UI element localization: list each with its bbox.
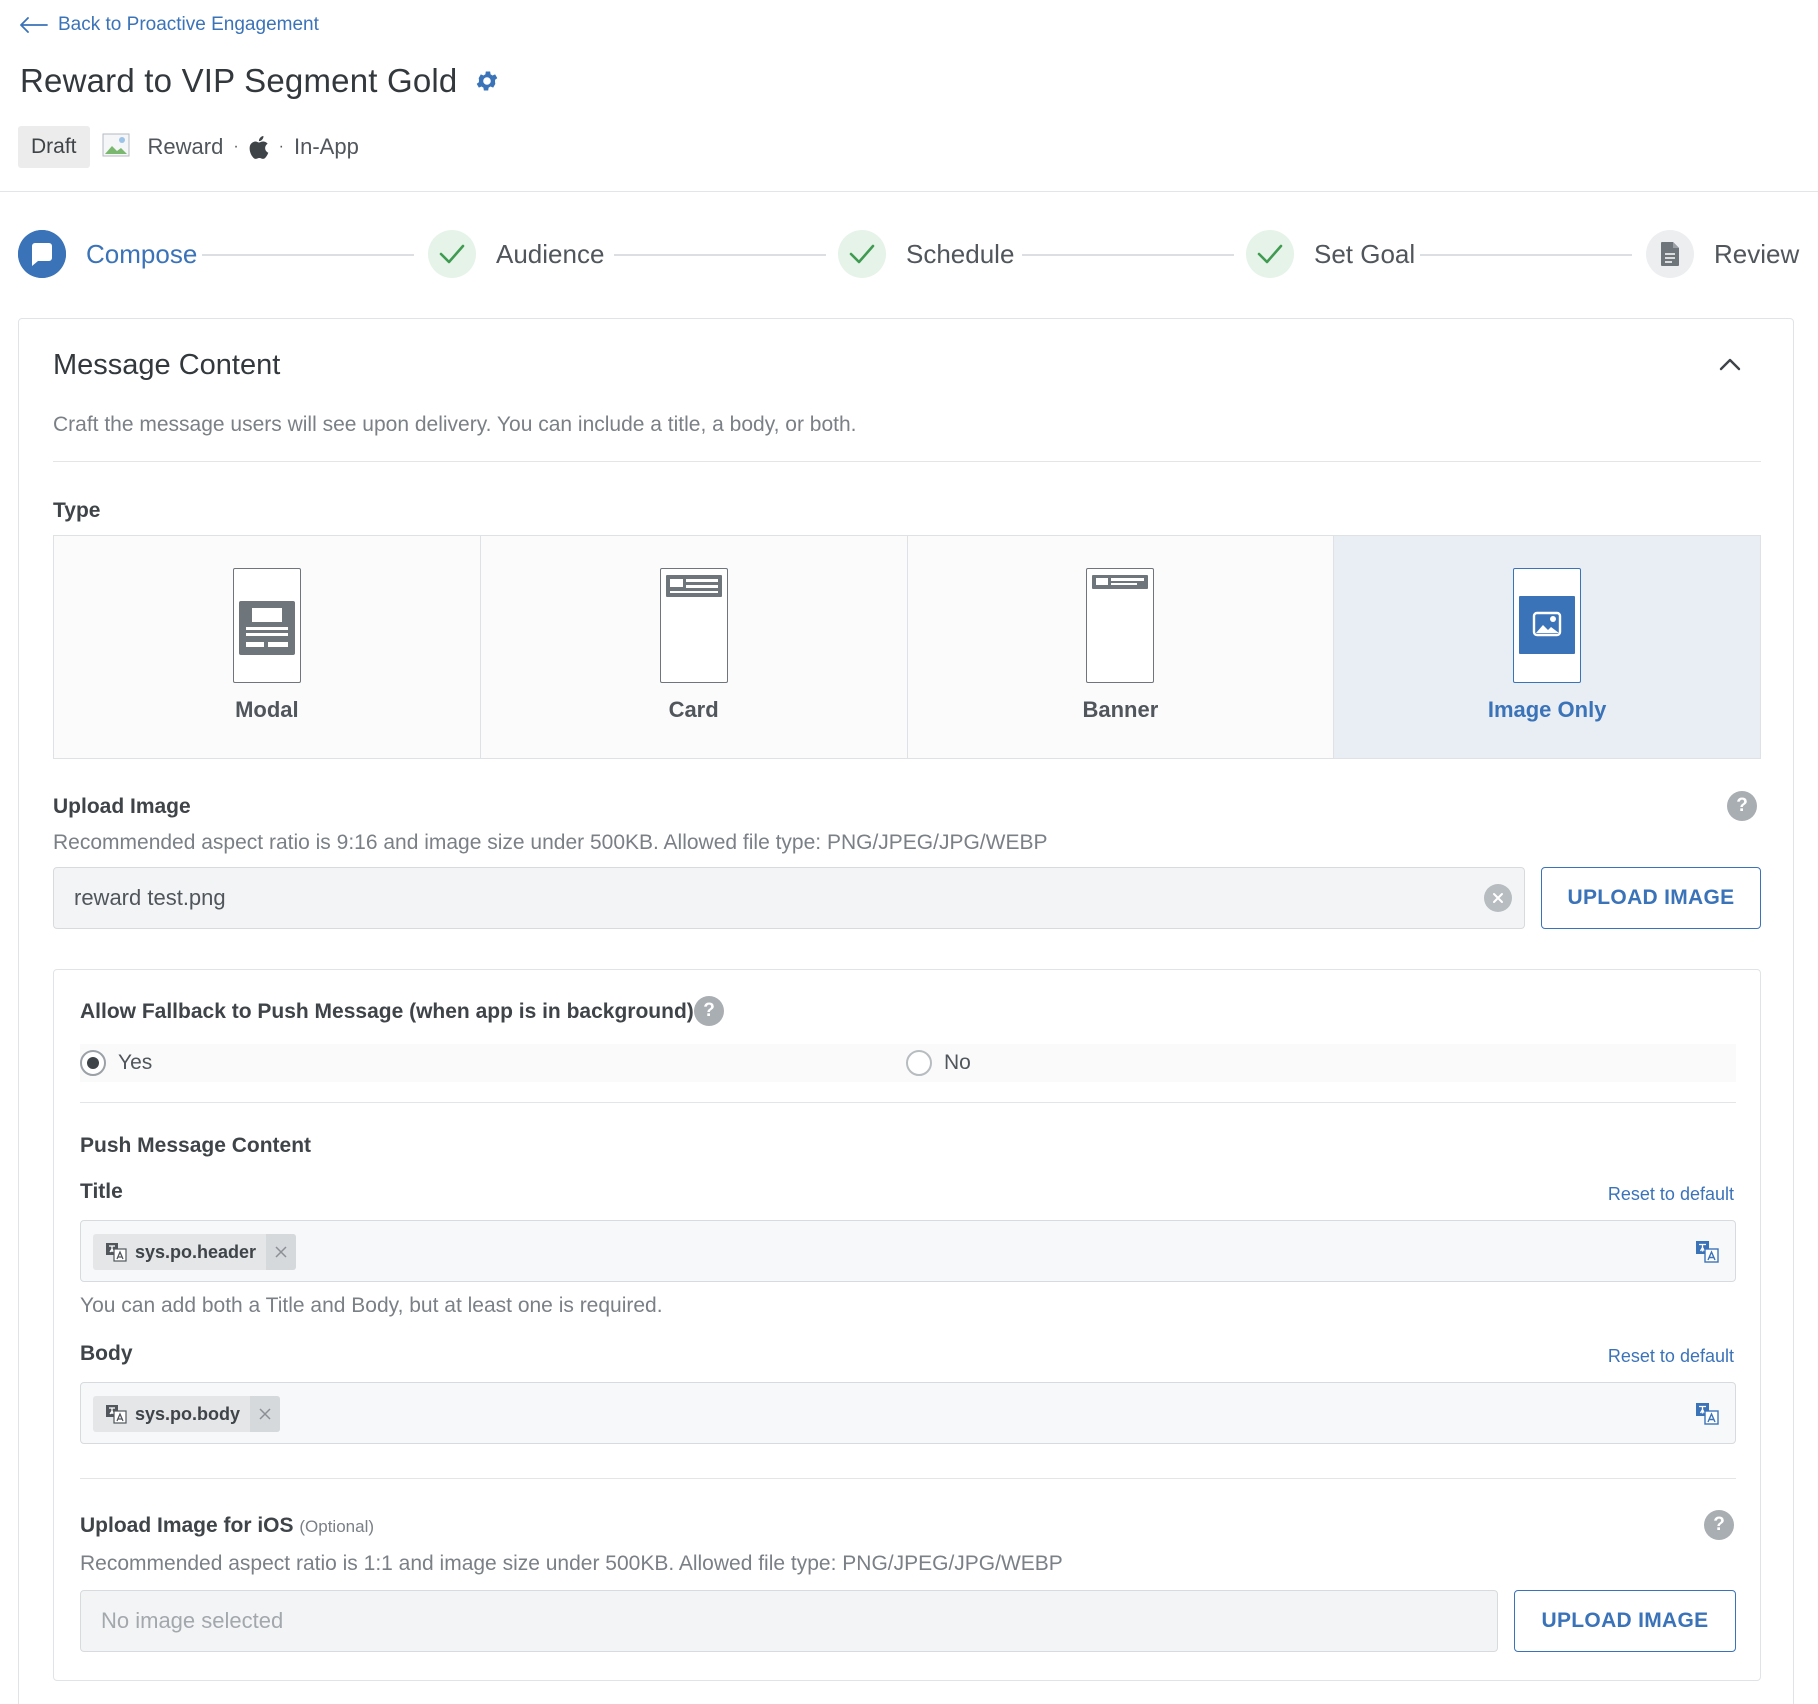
type-option-banner[interactable]: Banner <box>907 536 1335 758</box>
radio-label: No <box>944 1051 971 1074</box>
status-badge: Draft <box>18 126 90 168</box>
fallback-section: Allow Fallback to Push Message (when app… <box>53 969 1761 1681</box>
title-input[interactable]: sys.po.header <box>80 1220 1736 1282</box>
translate-icon <box>105 1242 127 1262</box>
radio-button-checked[interactable] <box>80 1050 106 1076</box>
step-label: Set Goal <box>1314 238 1416 269</box>
ios-upload-title: Upload Image for iOS <box>80 1514 294 1537</box>
reset-body-link[interactable]: Reset to default <box>1608 1346 1734 1367</box>
help-icon[interactable]: ? <box>694 996 724 1026</box>
step-review[interactable]: Review <box>1646 230 1799 278</box>
radio-label: Yes <box>118 1051 153 1074</box>
document-icon <box>1646 230 1694 278</box>
step-schedule[interactable]: Schedule <box>838 230 1014 278</box>
optional-tag: (Optional) <box>299 1517 375 1536</box>
body-label: Body <box>80 1342 133 1365</box>
panel-description: Craft the message users will see upon de… <box>53 413 857 436</box>
chevron-up-icon[interactable] <box>1719 357 1741 371</box>
type-option-label: Modal <box>235 697 299 722</box>
help-icon[interactable]: ? <box>1727 791 1757 821</box>
back-link[interactable]: Back to Proactive Engagement <box>20 14 319 36</box>
remove-token-icon[interactable] <box>250 1396 281 1432</box>
upload-image-button[interactable]: UPLOAD IMAGE <box>1541 867 1761 929</box>
checkmark-icon <box>428 230 476 278</box>
file-name: reward test.png <box>74 885 226 910</box>
type-selector: Modal Card Banner Image Only <box>53 535 1761 759</box>
modal-layout-icon <box>232 568 301 683</box>
separator-dot: · <box>233 138 239 155</box>
remove-token-icon[interactable] <box>266 1234 297 1270</box>
fallback-label: Allow Fallback to Push Message (when app… <box>80 1000 694 1023</box>
type-option-label: Banner <box>1082 697 1159 722</box>
back-link-label: Back to Proactive Engagement <box>58 14 319 35</box>
radio-no[interactable]: No <box>906 1050 971 1076</box>
checkmark-icon <box>1246 230 1294 278</box>
step-connector <box>202 254 414 256</box>
step-label: Audience <box>496 238 605 269</box>
token-label: sys.po.body <box>135 1403 241 1424</box>
apple-icon <box>249 135 269 159</box>
help-icon[interactable]: ? <box>1704 1510 1734 1540</box>
separator-dot: · <box>278 138 284 155</box>
ios-upload-field[interactable]: No image selected <box>80 1590 1498 1652</box>
upload-image-field[interactable]: reward test.png <box>53 867 1525 929</box>
reset-title-link[interactable]: Reset to default <box>1608 1184 1734 1205</box>
token-chip: sys.po.body <box>93 1396 281 1432</box>
token-chip: sys.po.header <box>93 1234 297 1270</box>
gear-icon[interactable] <box>474 68 500 94</box>
step-connector <box>1022 254 1234 256</box>
clear-icon[interactable] <box>1484 884 1512 912</box>
banner-layout-icon <box>1086 568 1155 683</box>
ios-upload-placeholder: No image selected <box>101 1608 284 1633</box>
divider <box>53 461 1761 462</box>
push-content-heading: Push Message Content <box>80 1134 312 1157</box>
type-option-card[interactable]: Card <box>480 536 908 758</box>
divider <box>80 1102 1736 1103</box>
translate-icon <box>105 1404 127 1424</box>
ios-upload-help: Recommended aspect ratio is 1:1 and imag… <box>80 1552 1063 1575</box>
step-connector <box>614 254 826 256</box>
step-connector <box>1420 254 1632 256</box>
arrow-left-icon <box>20 17 48 33</box>
step-label: Compose <box>86 238 198 269</box>
card-layout-icon <box>659 568 728 683</box>
checkmark-icon <box>838 230 886 278</box>
upload-image-help: Recommended aspect ratio is 9:16 and ima… <box>53 831 1048 854</box>
radio-yes[interactable]: Yes <box>80 1050 152 1076</box>
ios-upload-button[interactable]: UPLOAD IMAGE <box>1514 1590 1736 1652</box>
ios-upload-label: Upload Image for iOS (Optional) <box>80 1514 374 1538</box>
step-compose[interactable]: Compose <box>18 230 197 278</box>
panel-title: Message Content <box>53 349 281 381</box>
radio-button-unchecked[interactable] <box>906 1050 932 1076</box>
page-title: Reward to VIP Segment Gold <box>20 62 458 99</box>
type-option-modal[interactable]: Modal <box>54 536 481 758</box>
title-label: Title <box>80 1180 123 1203</box>
type-label: Type <box>53 499 101 522</box>
step-label: Review <box>1714 238 1800 269</box>
image-only-layout-icon <box>1513 568 1582 683</box>
translate-icon[interactable] <box>1695 1240 1719 1264</box>
divider <box>80 1478 1736 1479</box>
upload-image-label: Upload Image <box>53 795 191 818</box>
chat-bubble-icon <box>18 230 66 278</box>
message-content-panel: Message Content Craft the message users … <box>18 318 1794 1704</box>
token-label: sys.po.header <box>135 1241 257 1262</box>
broken-image-icon <box>102 133 130 161</box>
fallback-radio-group: Yes No <box>80 1044 1736 1082</box>
type-option-label: Image Only <box>1487 697 1607 722</box>
channel-label: In-App <box>293 134 359 159</box>
body-input[interactable]: sys.po.body <box>80 1382 1736 1444</box>
category-label: Reward <box>147 134 224 159</box>
step-set-goal[interactable]: Set Goal <box>1246 230 1415 278</box>
meta-row: Draft Reward · · In-App <box>18 126 359 168</box>
step-audience[interactable]: Audience <box>428 230 604 278</box>
header-divider <box>0 191 1818 192</box>
step-label: Schedule <box>906 238 1015 269</box>
translate-icon[interactable] <box>1695 1402 1719 1426</box>
type-option-image-only[interactable]: Image Only <box>1334 536 1760 758</box>
stepper: Compose Audience Schedule Set Goal Revie… <box>18 230 1799 280</box>
title-hint: You can add both a Title and Body, but a… <box>80 1294 663 1317</box>
type-option-label: Card <box>668 697 719 722</box>
